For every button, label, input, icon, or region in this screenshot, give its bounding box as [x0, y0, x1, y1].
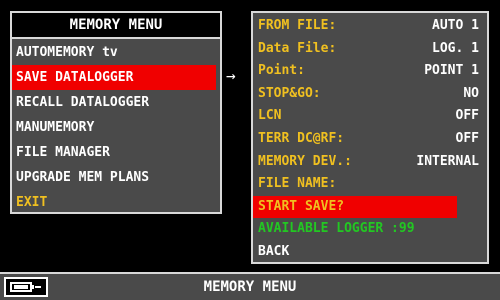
available-logger-text: AVAILABLE LOGGER :99	[258, 221, 415, 237]
menu-item-upgrade-mem-plans[interactable]: UPGRADE MEM PLANS	[12, 165, 220, 190]
memory-dev-row[interactable]: MEMORY DEV.: INTERNAL	[253, 151, 487, 174]
point-label: Point:	[258, 63, 305, 79]
start-save-label: START SAVE?	[258, 198, 345, 214]
save-datalogger-panel: FROM FILE: AUTO 1 Data File: LOG. 1 Poin…	[251, 11, 489, 264]
menu-item-automemory-tv[interactable]: AUTOMEMORY tv	[12, 40, 220, 65]
stop-go-value: NO	[463, 85, 479, 101]
submenu-arrow-icon: →	[226, 66, 236, 85]
memory-dev-label: MEMORY DEV.:	[258, 153, 352, 169]
menu-item-recall-datalogger[interactable]: RECALL DATALOGGER	[12, 90, 220, 115]
menu-item-file-manager[interactable]: FILE MANAGER	[12, 140, 220, 165]
stop-go-row[interactable]: STOP&GO: NO	[253, 83, 487, 106]
terr-dc-rf-value: OFF	[455, 130, 479, 146]
from-file-label: FROM FILE:	[258, 18, 337, 33]
memory-menu-panel: MEMORY MENU AUTOMEMORY tv SAVE DATALOGGE…	[10, 11, 222, 214]
menu-item-manumemory[interactable]: MANUMEMORY	[12, 115, 220, 140]
lcn-row[interactable]: LCN OFF	[253, 105, 487, 128]
status-bar: MEMORY MENU	[0, 272, 500, 300]
from-file-row[interactable]: FROM FILE: AUTO 1	[253, 15, 487, 38]
status-bar-title: MEMORY MENU	[203, 279, 297, 295]
start-save-button[interactable]: START SAVE?	[253, 195, 457, 219]
data-file-label: Data File:	[258, 40, 337, 56]
lcn-value: OFF	[455, 108, 479, 124]
data-file-value: LOG. 1	[432, 40, 479, 56]
terr-dc-rf-label: TERR DC@RF:	[258, 130, 345, 146]
memory-menu-list: AUTOMEMORY tv SAVE DATALOGGER RECALL DAT…	[12, 39, 220, 215]
memory-menu-title: MEMORY MENU	[12, 13, 220, 39]
menu-item-exit[interactable]: EXIT	[12, 190, 220, 215]
point-row[interactable]: Point: POINT 1	[253, 60, 487, 83]
point-value: POINT 1	[424, 63, 479, 79]
stop-go-label: STOP&GO:	[258, 85, 321, 101]
file-name-row[interactable]: FILE NAME:	[253, 173, 487, 196]
memory-dev-value: INTERNAL	[416, 153, 479, 169]
lcn-label: LCN	[258, 108, 282, 124]
back-label: BACK	[258, 243, 290, 259]
data-file-row[interactable]: Data File: LOG. 1	[253, 38, 487, 61]
menu-item-save-datalogger[interactable]: SAVE DATALOGGER	[12, 65, 216, 90]
back-button[interactable]: BACK	[253, 241, 487, 264]
from-file-value: AUTO 1	[432, 18, 479, 33]
file-name-label: FILE NAME:	[258, 176, 337, 192]
available-logger-status: AVAILABLE LOGGER :99	[253, 218, 487, 241]
terr-dc-rf-row[interactable]: TERR DC@RF: OFF	[253, 128, 487, 151]
